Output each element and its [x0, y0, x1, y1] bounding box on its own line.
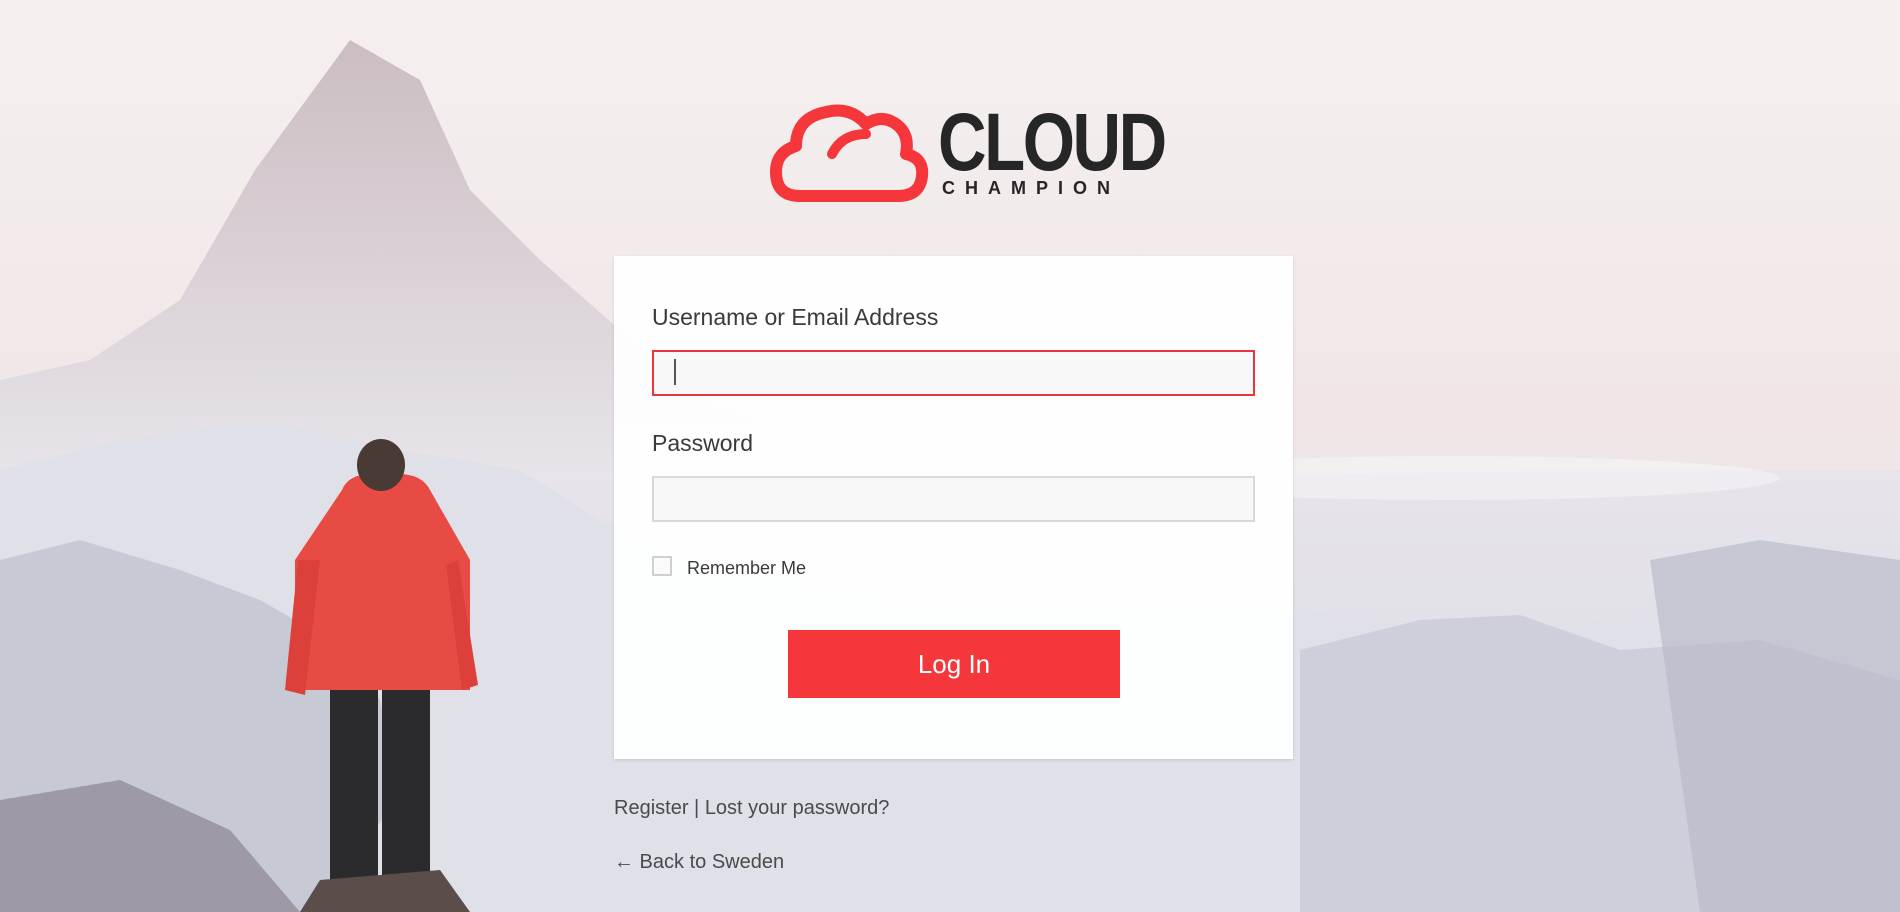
remember-me-checkbox[interactable]	[652, 556, 672, 576]
back-to-site-link[interactable]: ← Back to Sweden	[614, 851, 784, 874]
account-links: Register | Lost your password?	[614, 797, 889, 820]
link-separator: |	[694, 797, 700, 819]
log-in-button[interactable]: Log In	[788, 630, 1120, 698]
brand-name: CLOUD	[938, 97, 1167, 188]
password-label: Password	[652, 430, 753, 456]
register-link[interactable]: Register	[614, 797, 688, 819]
cloud-champion-logo: CLOUD CHAMPION	[770, 96, 1167, 214]
text-caret	[674, 359, 676, 385]
username-label: Username or Email Address	[652, 304, 939, 330]
username-input[interactable]	[652, 350, 1255, 396]
password-input[interactable]	[652, 476, 1255, 522]
brand-tagline: CHAMPION	[942, 178, 1120, 198]
login-form: Username or Email Address Password Remem…	[614, 256, 1293, 759]
remember-me-label[interactable]: Remember Me	[687, 558, 806, 579]
lost-password-link[interactable]: Lost your password?	[705, 797, 890, 819]
cloud-icon	[770, 104, 929, 202]
